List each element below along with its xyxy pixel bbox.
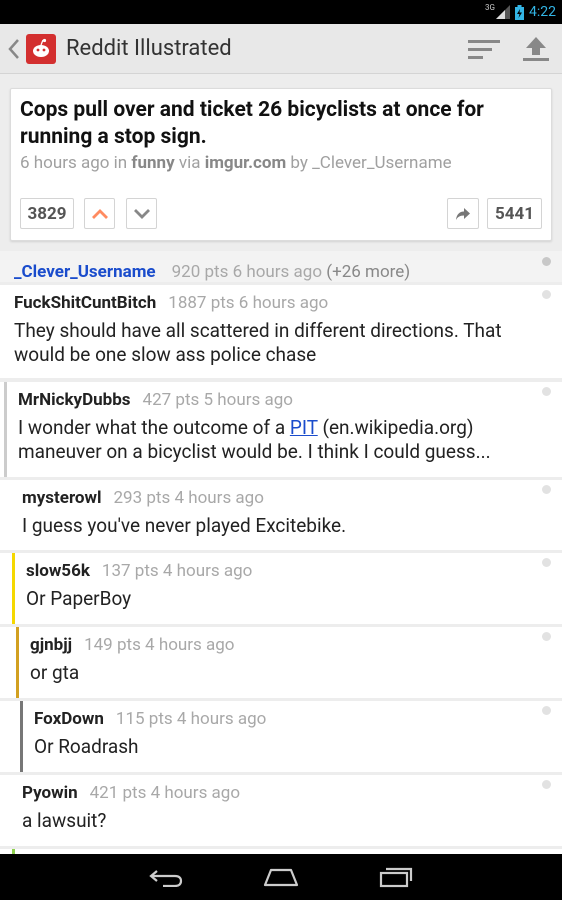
downvote-button[interactable] (126, 198, 157, 229)
comment-body: I guess you've never played Excitebike. (22, 514, 347, 537)
collapse-dot-icon[interactable] (542, 387, 551, 396)
clock: 4:22 (529, 4, 556, 20)
comment-author[interactable]: MrNickyDubbs (18, 390, 131, 410)
comment-author[interactable]: FoxDown (34, 709, 104, 729)
comment-item[interactable]: FuckShitCuntBitch 1887 pts 6 hours ago Th… (0, 285, 562, 378)
comment-meta: 421 pts 4 hours ago (89, 783, 241, 803)
comment-body: Or Roadrash (34, 735, 139, 758)
share-button[interactable] (447, 198, 479, 229)
thread-depth-stripe (16, 627, 19, 698)
share-icon (456, 207, 470, 220)
status-icons: 3G 4:22 (485, 0, 556, 24)
comment-meta: 1887 pts 6 hours ago (168, 293, 329, 313)
comment-meta: 149 pts 4 hours ago (84, 635, 235, 655)
post-domain-link[interactable]: imgur.com (205, 153, 287, 173)
thread-depth-stripe (12, 553, 15, 624)
upload-icon[interactable] (522, 36, 550, 62)
collapse-dot-icon[interactable] (542, 290, 551, 299)
comment-meta: 115 pts 4 hours ago (115, 709, 267, 729)
post-card[interactable]: Cops pull over and ticket 26 bicyclists … (10, 88, 552, 241)
comment-body: or gta (30, 661, 80, 684)
thread-depth-stripe (20, 701, 23, 772)
status-bar: 3G 4:22 (0, 0, 562, 24)
downvote-arrow-icon (133, 208, 150, 219)
pit-wikipedia-link[interactable]: PIT (290, 416, 318, 439)
collapse-dot-icon[interactable] (542, 706, 551, 715)
score-badge: 3829 (20, 198, 74, 229)
post-age: 6 hours ago in (20, 153, 128, 173)
comment-text: I wonder what the outcome of a (18, 416, 290, 439)
back-chevron-icon[interactable] (8, 38, 24, 60)
post-subreddit-link[interactable]: funny (131, 153, 174, 173)
comment-count-button[interactable]: 5441 (487, 198, 542, 229)
post-meta: 6 hours ago in funny via imgur.com by _C… (20, 153, 452, 173)
comment-item[interactable]: Pyowin 421 pts 4 hours ago a lawsuit? (0, 775, 562, 846)
collapse-dot-icon[interactable] (542, 780, 551, 789)
collapse-dot-icon[interactable] (542, 558, 551, 567)
post-title[interactable]: Cops pull over and ticket 26 bicyclists … (20, 97, 542, 151)
comment-body: Or PaperBoy (26, 587, 132, 610)
comment-item[interactable]: mysterowl 293 pts 4 hours ago I guess you… (0, 480, 562, 550)
thread-depth-stripe (4, 382, 7, 477)
op-comment-row[interactable]: _Clever_Username 920 pts 6 hours ago (+26… (0, 251, 562, 282)
comment-item[interactable]: gjnbjj 149 pts 4 hours ago or gta (0, 627, 562, 698)
comment-body: a lawsuit? (22, 809, 107, 832)
post-controls: 3829 5441 (20, 198, 542, 229)
post-via-label: via (178, 153, 201, 173)
comment-list[interactable]: _Clever_Username 920 pts 6 hours ago (+26… (0, 251, 562, 854)
comment-author[interactable]: gjnbjj (30, 635, 72, 655)
comment-item[interactable]: MrNickyDubbs 427 pts 5 hours ago I wonder… (0, 382, 562, 477)
collapse-dot-icon[interactable] (542, 632, 551, 641)
comment-meta: 137 pts 4 hours ago (101, 561, 253, 581)
comment-author[interactable]: Pyowin (22, 783, 78, 803)
system-nav-bar (0, 854, 562, 900)
app-logo-icon[interactable] (26, 33, 56, 64)
collapse-dot-icon[interactable] (542, 257, 551, 266)
comment-body: I wonder what the outcome of a PIT (en.w… (18, 416, 538, 464)
op-comment-meta: 920 pts 6 hours ago (171, 262, 323, 282)
comment-item[interactable]: slow56k 137 pts 4 hours ago Or PaperBoy (0, 553, 562, 624)
comment-meta: 427 pts 5 hours ago (142, 390, 293, 410)
network-type-label: 3G (485, 3, 495, 12)
action-bar-actions (468, 36, 550, 62)
upvote-button[interactable] (84, 198, 115, 229)
upvote-arrow-icon (91, 208, 108, 219)
nav-recents-icon[interactable] (379, 866, 413, 888)
battery-icon (515, 4, 524, 20)
comment-meta: 293 pts 4 hours ago (113, 488, 264, 508)
comment-item[interactable]: FoxDown 115 pts 4 hours ago Or Roadrash (0, 701, 562, 772)
action-bar: Reddit Illustrated (0, 24, 562, 74)
comment-author[interactable]: slow56k (26, 561, 90, 581)
op-comment-author[interactable]: _Clever_Username (14, 262, 156, 282)
more-replies-link[interactable]: (+26 more) (326, 262, 410, 282)
nav-back-icon[interactable] (149, 867, 183, 887)
comment-author[interactable]: FuckShitCuntBitch (14, 293, 156, 313)
app-title: Reddit Illustrated (66, 36, 232, 61)
comment-author[interactable]: mysterowl (22, 488, 102, 508)
nav-home-icon[interactable] (263, 867, 299, 887)
comment-body: They should have all scattered in differ… (14, 319, 502, 366)
post-author[interactable]: by _Clever_Username (290, 153, 451, 173)
sort-icon[interactable] (468, 38, 500, 60)
signal-icon (496, 5, 510, 19)
collapse-dot-icon[interactable] (542, 485, 551, 494)
